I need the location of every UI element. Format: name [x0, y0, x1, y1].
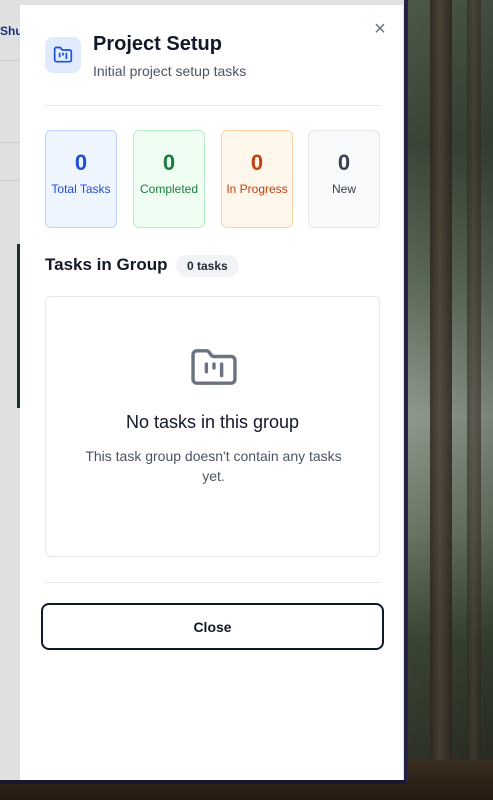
header-divider	[45, 105, 380, 106]
empty-state: No tasks in this group This task group d…	[45, 296, 380, 557]
footer-divider	[45, 582, 380, 583]
stat-label: In Progress	[226, 182, 288, 196]
dialog-title: Project Setup	[93, 33, 222, 55]
folder-kanban-icon	[191, 347, 237, 392]
empty-state-title: No tasks in this group	[125, 412, 300, 432]
stat-label: New	[331, 182, 356, 196]
stat-value: 0	[337, 150, 351, 175]
stat-new: 0 New	[308, 130, 380, 228]
dialog-subtitle: Initial project setup tasks	[93, 63, 247, 79]
stat-completed: 0 Completed	[133, 130, 205, 228]
task-count-badge: 0 tasks	[176, 255, 239, 277]
stat-total-tasks: 0 Total Tasks	[45, 130, 117, 228]
close-icon[interactable]: ×	[370, 19, 390, 39]
wallpaper-tree	[467, 0, 481, 800]
empty-state-text: This task group doesn't contain any task…	[85, 448, 342, 484]
folder-kanban-icon	[45, 37, 81, 73]
stat-label: Total Tasks	[51, 182, 111, 196]
stat-value: 0	[162, 150, 176, 175]
section-title: Tasks in Group	[45, 255, 168, 274]
task-group-dialog: × Project Setup Initial project setup ta…	[20, 5, 403, 780]
stat-in-progress: 0 In Progress	[221, 130, 293, 228]
stat-value: 0	[74, 150, 88, 175]
stat-label: Completed	[139, 182, 199, 196]
wallpaper-tree	[430, 0, 452, 800]
close-button[interactable]: Close	[41, 603, 384, 650]
stat-value: 0	[250, 150, 264, 175]
